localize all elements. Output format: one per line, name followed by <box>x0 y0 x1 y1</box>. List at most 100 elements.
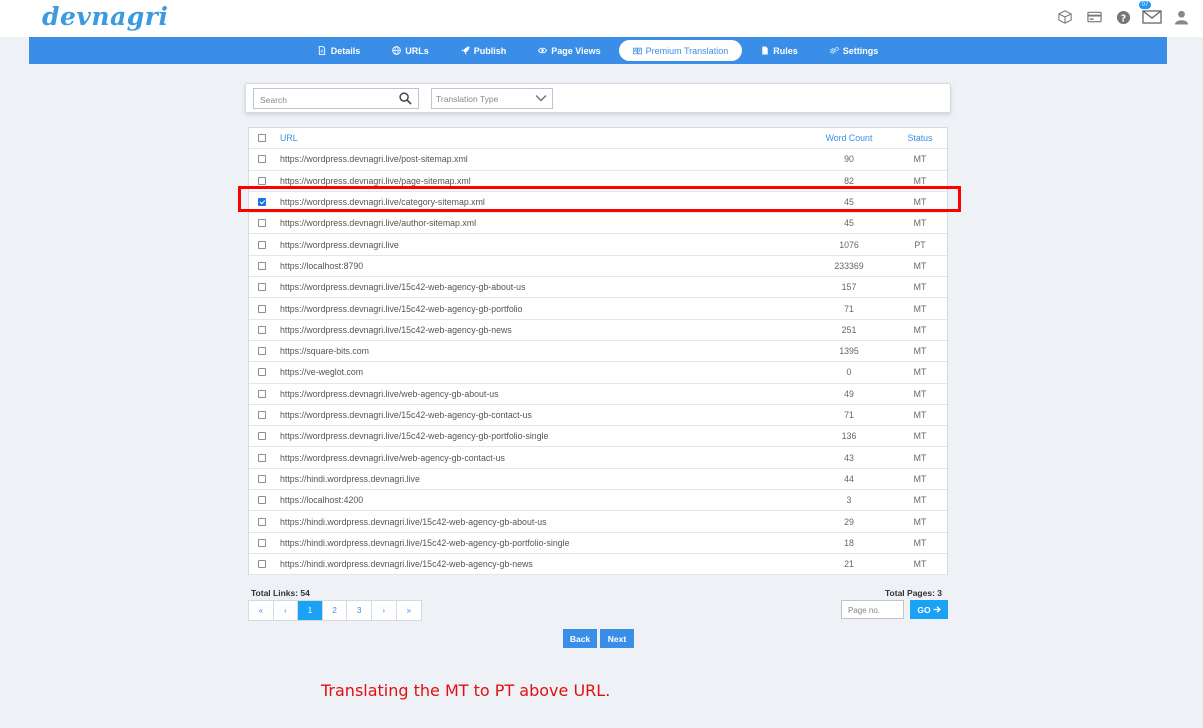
last-page-button[interactable]: » <box>397 601 422 620</box>
table-row[interactable]: https://wordpress.devnagri.live/15c42-we… <box>249 426 947 448</box>
row-checkbox[interactable] <box>258 560 266 569</box>
row-url: https://wordpress.devnagri.live/category… <box>280 197 485 208</box>
row-status: MT <box>913 346 927 357</box>
row-checkbox[interactable] <box>258 411 266 420</box>
row-word-count: 45 <box>844 218 854 229</box>
column-header-word-count[interactable]: Word Count <box>809 133 889 143</box>
table-row[interactable]: https://wordpress.devnagri.live/author-s… <box>249 213 947 235</box>
row-url: https://hindi.wordpress.devnagri.live/15… <box>280 559 533 570</box>
billing-card-icon[interactable] <box>1084 7 1104 27</box>
row-word-count: 157 <box>841 282 857 293</box>
translate-icon <box>632 46 642 55</box>
prev-page-button[interactable]: ‹ <box>274 601 299 620</box>
table-row[interactable]: https://wordpress.devnagri.live/category… <box>249 192 947 214</box>
row-word-count: 43 <box>844 452 854 463</box>
row-status: MT <box>913 218 927 229</box>
table-row[interactable]: https://wordpress.devnagri.live/15c42-we… <box>249 277 947 299</box>
chevron-down-icon <box>535 94 547 104</box>
row-checkbox[interactable] <box>258 283 266 292</box>
row-url: https://hindi.wordpress.devnagri.live <box>280 473 420 484</box>
row-checkbox[interactable] <box>258 176 266 185</box>
tab-rules[interactable]: Rules <box>746 40 812 61</box>
search-input[interactable]: Search <box>253 88 419 109</box>
row-status: MT <box>913 410 927 421</box>
row-checkbox[interactable] <box>258 496 266 505</box>
app-logo[interactable]: devnagri <box>42 2 168 31</box>
row-status: PT <box>914 239 926 250</box>
row-url: https://wordpress.devnagri.live/author-s… <box>280 218 477 229</box>
row-checkbox[interactable] <box>258 240 266 249</box>
back-button[interactable]: Back <box>563 629 597 648</box>
package-icon[interactable] <box>1055 7 1075 27</box>
row-url: https://wordpress.devnagri.live/post-sit… <box>280 154 468 165</box>
table-row[interactable]: https://wordpress.devnagri.live/15c42-we… <box>249 298 947 320</box>
page-number-input[interactable]: Page no. <box>841 600 904 619</box>
row-checkbox[interactable] <box>258 432 266 441</box>
table-row[interactable]: https://localhost:4200 3 MT <box>249 490 947 512</box>
table-row[interactable]: https://hindi.wordpress.devnagri.live/15… <box>249 511 947 533</box>
table-row[interactable]: https://hindi.wordpress.devnagri.live/15… <box>249 533 947 554</box>
row-checkbox[interactable] <box>258 347 266 356</box>
tab-publish[interactable]: Publish <box>447 40 521 61</box>
file-icon <box>760 46 769 55</box>
table-row[interactable]: https://wordpress.devnagri.live 1076 PT <box>249 235 947 256</box>
next-page-button[interactable]: › <box>372 601 397 620</box>
row-url: https://wordpress.devnagri.live/web-agen… <box>280 388 499 399</box>
row-word-count: 29 <box>844 516 854 527</box>
row-word-count: 71 <box>844 303 854 314</box>
table-row[interactable]: https://wordpress.devnagri.live/page-sit… <box>249 171 947 192</box>
table-row[interactable]: https://wordpress.devnagri.live/15c42-we… <box>249 320 947 341</box>
search-icon[interactable] <box>399 92 412 107</box>
row-checkbox[interactable] <box>258 474 266 483</box>
table-row[interactable]: https://wordpress.devnagri.live/15c42-we… <box>249 405 947 427</box>
row-word-count: 1395 <box>839 346 859 357</box>
user-avatar-icon[interactable] <box>1171 7 1191 27</box>
top-bar: devnagri ? 07 <box>0 0 1203 37</box>
tab-premium-translation[interactable]: Premium Translation <box>618 40 743 61</box>
tab-details[interactable]: Details <box>304 40 375 61</box>
column-header-url[interactable]: URL <box>280 133 298 143</box>
page-1-button[interactable]: 1 <box>298 601 323 620</box>
row-word-count: 0 <box>846 367 852 378</box>
row-checkbox[interactable] <box>258 198 266 207</box>
row-status: MT <box>913 452 927 463</box>
notification-badge: 07 <box>1139 1 1151 9</box>
table-row[interactable]: https://hindi.wordpress.devnagri.live 44 M… <box>249 469 947 491</box>
column-header-status[interactable]: Status <box>904 133 936 143</box>
row-url: https://localhost:8790 <box>280 260 364 271</box>
project-navbar: Details URLs Publish Page Views Premium … <box>29 37 1167 64</box>
page-2-button[interactable]: 2 <box>323 601 348 620</box>
row-status: MT <box>913 431 927 442</box>
row-checkbox[interactable] <box>258 219 266 228</box>
row-checkbox[interactable] <box>258 304 266 313</box>
table-row[interactable]: https://wordpress.devnagri.live/web-agen… <box>249 384 947 405</box>
table-row[interactable]: https://localhost:8790 233369 MT <box>249 256 947 278</box>
row-checkbox[interactable] <box>258 517 266 526</box>
row-status: MT <box>913 260 927 271</box>
row-checkbox[interactable] <box>258 453 266 462</box>
help-icon[interactable]: ? <box>1113 7 1133 27</box>
total-links: Total Links: 54 <box>251 588 310 598</box>
select-all-checkbox[interactable] <box>258 134 266 143</box>
next-button[interactable]: Next <box>600 629 634 648</box>
table-row[interactable]: https://ve-weglot.com 0 MT <box>249 362 947 384</box>
row-checkbox[interactable] <box>258 325 266 334</box>
table-row[interactable]: https://square-bits.com 1395 MT <box>249 341 947 363</box>
tab-page-views[interactable]: Page Views <box>524 40 614 61</box>
mail-icon[interactable]: 07 <box>1139 1 1162 27</box>
go-button[interactable]: GO <box>910 600 948 619</box>
table-row[interactable]: https://hindi.wordpress.devnagri.live/15… <box>249 554 947 576</box>
row-checkbox[interactable] <box>258 389 266 398</box>
translation-type-select[interactable]: Translation Type <box>431 88 553 109</box>
row-checkbox[interactable] <box>258 155 266 164</box>
row-checkbox[interactable] <box>258 538 266 547</box>
row-checkbox[interactable] <box>258 368 266 377</box>
tab-urls[interactable]: URLs <box>378 40 443 61</box>
page-3-button[interactable]: 3 <box>347 601 372 620</box>
row-word-count: 44 <box>844 473 854 484</box>
tab-settings[interactable]: Settings <box>816 40 893 61</box>
row-checkbox[interactable] <box>258 261 266 270</box>
table-row[interactable]: https://wordpress.devnagri.live/web-agen… <box>249 448 947 469</box>
table-row[interactable]: https://wordpress.devnagri.live/post-sit… <box>249 149 947 171</box>
first-page-button[interactable]: « <box>249 601 274 620</box>
